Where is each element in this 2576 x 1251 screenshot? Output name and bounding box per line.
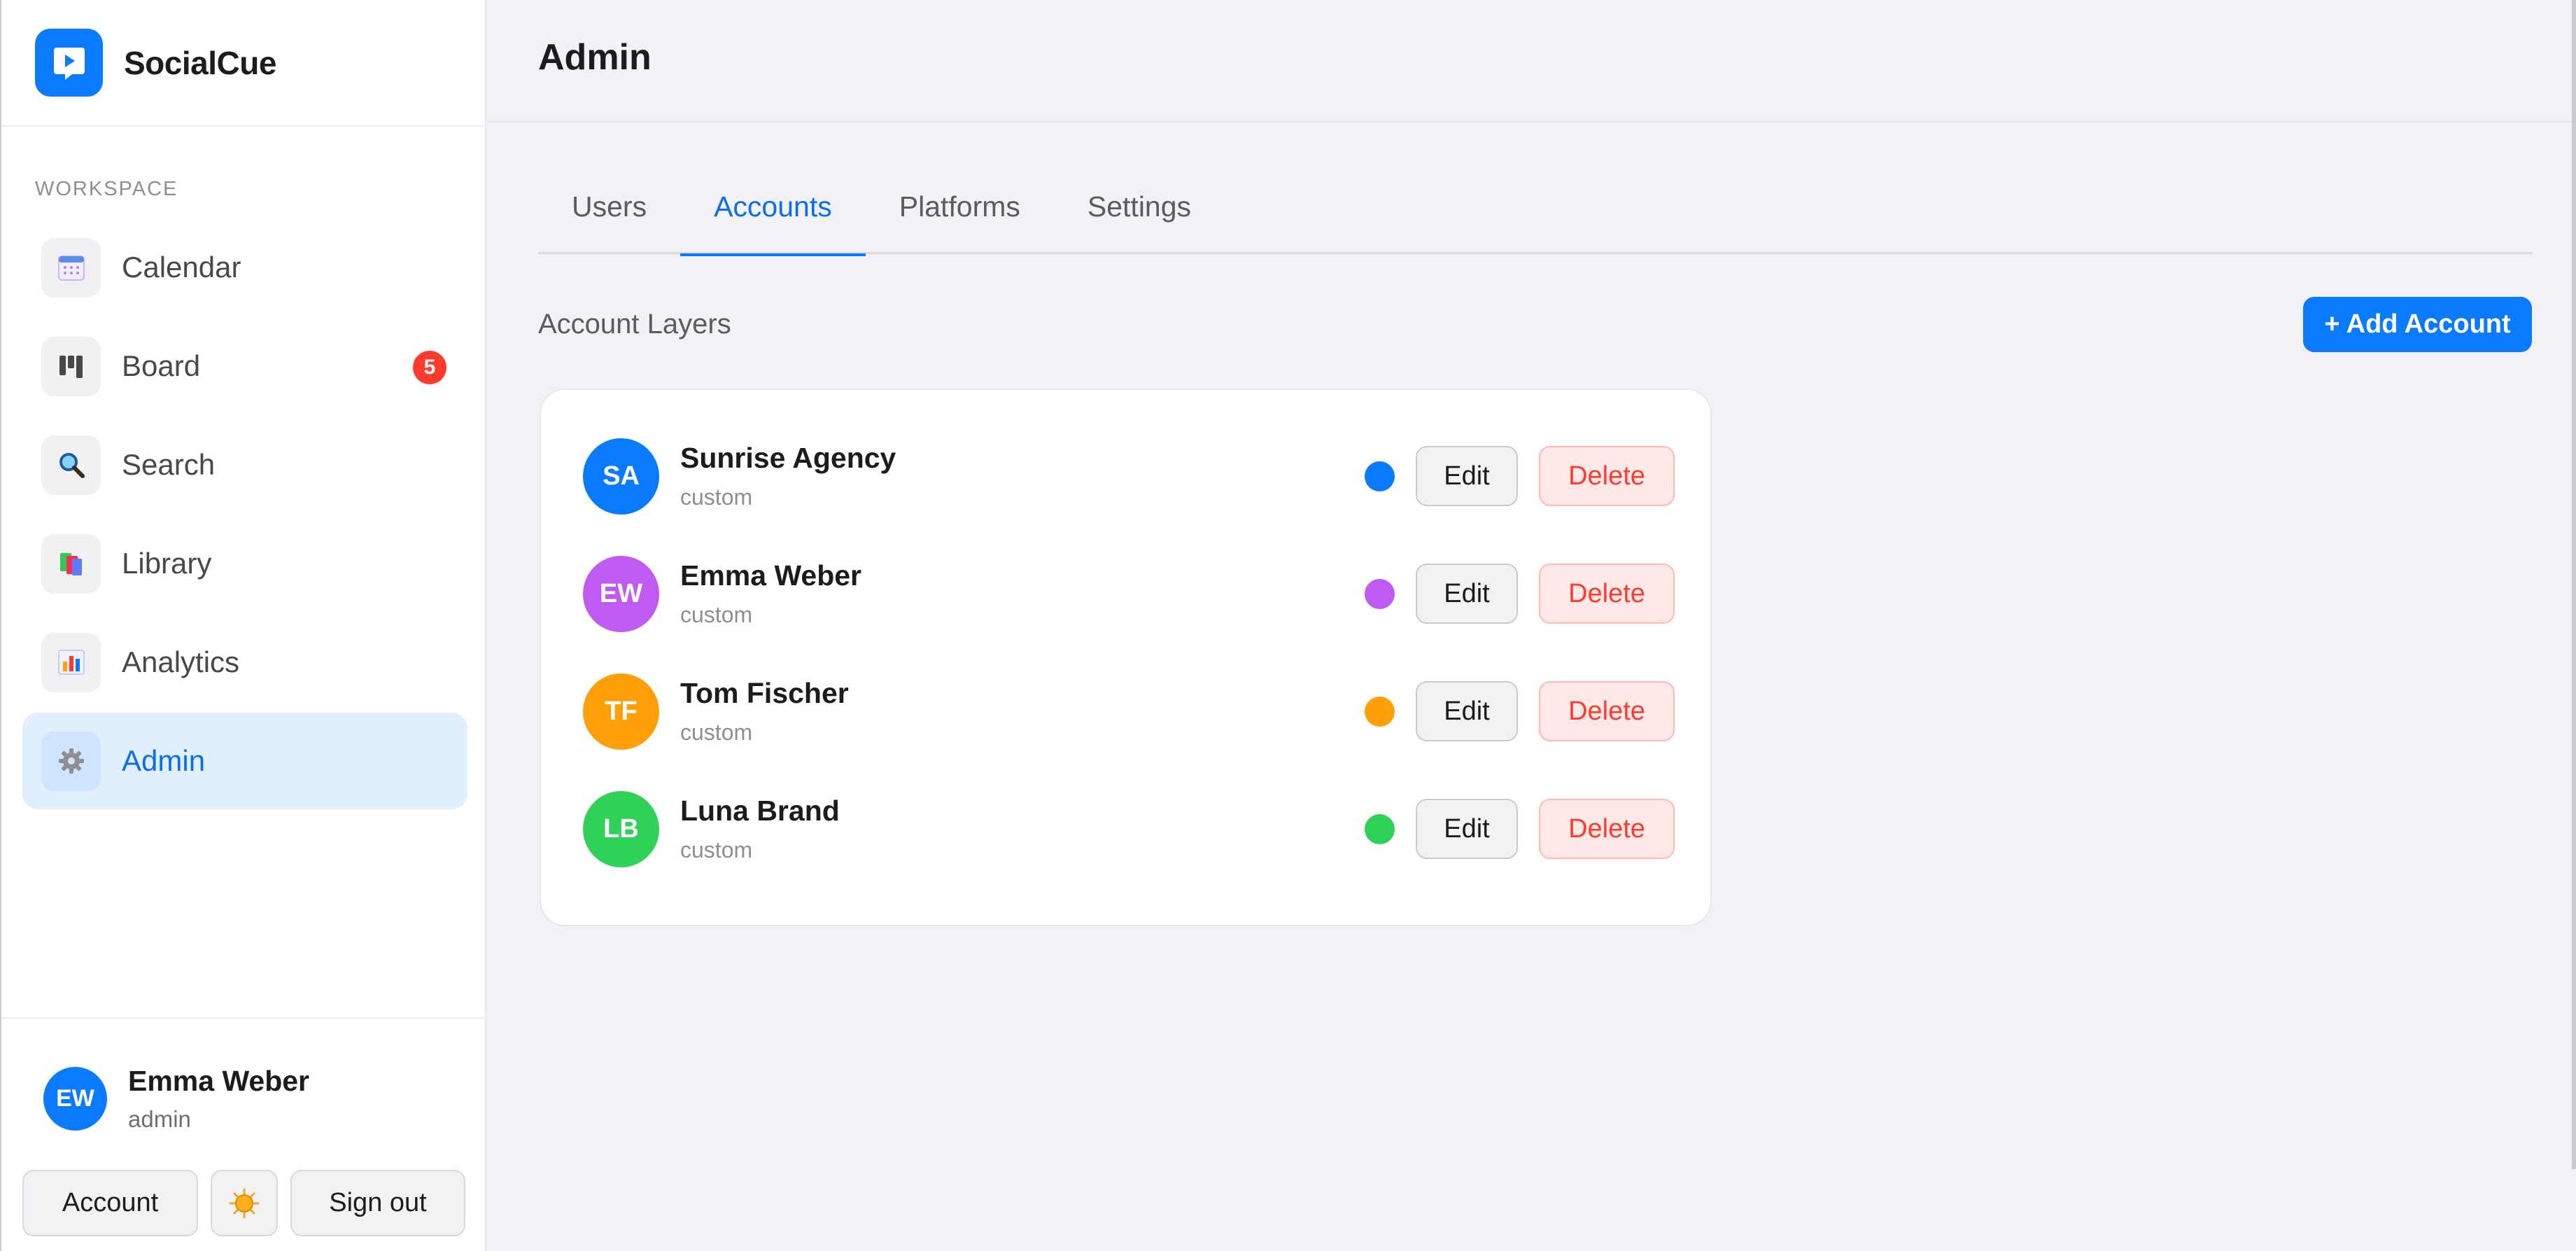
sign-out-button[interactable]: Sign out (290, 1170, 465, 1236)
accounts-card: SA Sunrise Agency custom Edit Delete EW … (540, 389, 1712, 926)
add-account-button[interactable]: + Add Account (2303, 297, 2532, 352)
page-header: Admin (488, 0, 2576, 123)
account-name: Sunrise Agency (680, 442, 896, 474)
admin-tabs: Users Accounts Platforms Settings (538, 160, 2533, 256)
scrollbar[interactable] (2572, 0, 2576, 1169)
color-dot (1365, 461, 1395, 491)
sidebar-item-calendar[interactable]: Calendar (22, 219, 467, 316)
account-button[interactable]: Account (22, 1170, 198, 1236)
account-type: custom (680, 720, 753, 745)
account-type: custom (680, 837, 753, 862)
sidebar-footer: EW Emma Weber admin Account Sign out (1, 1017, 485, 1251)
section-title: Account Layers (538, 309, 731, 340)
account-type: custom (680, 602, 753, 627)
user-name: Emma Weber (128, 1065, 310, 1097)
library-icon (41, 533, 101, 594)
tab-settings[interactable]: Settings (1054, 160, 1225, 254)
sidebar-item-label: Board (122, 349, 201, 382)
color-dot (1365, 813, 1395, 844)
delete-button[interactable]: Delete (1539, 681, 1675, 741)
delete-button[interactable]: Delete (1539, 564, 1675, 624)
sidebar-nav: Calendar Board 5 Search Library Analytic… (22, 219, 467, 811)
page-title: Admin (538, 37, 652, 78)
sidebar-item-search[interactable]: Search (22, 417, 467, 513)
color-dot (1365, 578, 1395, 609)
theme-toggle-button[interactable] (211, 1170, 278, 1236)
sidebar-item-label: Analytics (122, 645, 240, 678)
app-name: SocialCue (124, 44, 276, 81)
sidebar-item-label: Search (122, 448, 216, 481)
analytics-icon (41, 632, 101, 692)
sidebar-item-label: Admin (122, 744, 206, 777)
list-item: SA Sunrise Agency custom Edit Delete (583, 438, 1675, 515)
search-icon (41, 435, 101, 495)
account-name: Emma Weber (680, 559, 862, 592)
account-type: custom (680, 484, 753, 510)
delete-button[interactable]: Delete (1539, 446, 1675, 506)
avatar: EW (43, 1067, 107, 1131)
avatar: SA (583, 438, 659, 515)
sidebar: SocialCue WORKSPACE Calendar Board 5 Sea… (0, 0, 486, 1251)
sidebar-item-board[interactable]: Board 5 (22, 318, 467, 414)
app-logo-icon[interactable] (35, 29, 103, 97)
avatar: TF (583, 673, 659, 750)
delete-button[interactable]: Delete (1539, 799, 1675, 859)
brand: SocialCue (1, 0, 485, 127)
sidebar-item-library[interactable]: Library (22, 515, 467, 612)
account-name: Luna Brand (680, 795, 840, 827)
user-role: admin (128, 1106, 191, 1132)
list-item: LB Luna Brand custom Edit Delete (583, 790, 1675, 867)
list-item: EW Emma Weber custom Edit Delete (583, 555, 1675, 632)
tab-platforms[interactable]: Platforms (866, 160, 1054, 254)
sidebar-item-label: Library (122, 547, 212, 580)
gear-icon (41, 731, 101, 791)
edit-button[interactable]: Edit (1416, 799, 1518, 859)
tab-users[interactable]: Users (538, 160, 680, 254)
board-icon (41, 336, 101, 396)
sidebar-item-analytics[interactable]: Analytics (22, 614, 467, 711)
color-dot (1365, 696, 1395, 727)
edit-button[interactable]: Edit (1416, 681, 1518, 741)
current-user: EW Emma Weber admin (43, 1065, 309, 1133)
edit-button[interactable]: Edit (1416, 564, 1518, 624)
avatar: EW (583, 555, 659, 632)
edit-button[interactable]: Edit (1416, 446, 1518, 506)
sidebar-item-label: Calendar (122, 251, 241, 284)
list-item: TF Tom Fischer custom Edit Delete (583, 673, 1675, 750)
sidebar-item-admin[interactable]: Admin (22, 713, 467, 809)
notification-badge: 5 (413, 351, 446, 384)
workspace-section-label: WORKSPACE (35, 178, 178, 200)
avatar: LB (583, 790, 659, 867)
account-name: Tom Fischer (680, 677, 849, 709)
tab-accounts[interactable]: Accounts (680, 160, 866, 256)
sun-icon (229, 1188, 260, 1218)
calendar-icon (41, 237, 101, 298)
